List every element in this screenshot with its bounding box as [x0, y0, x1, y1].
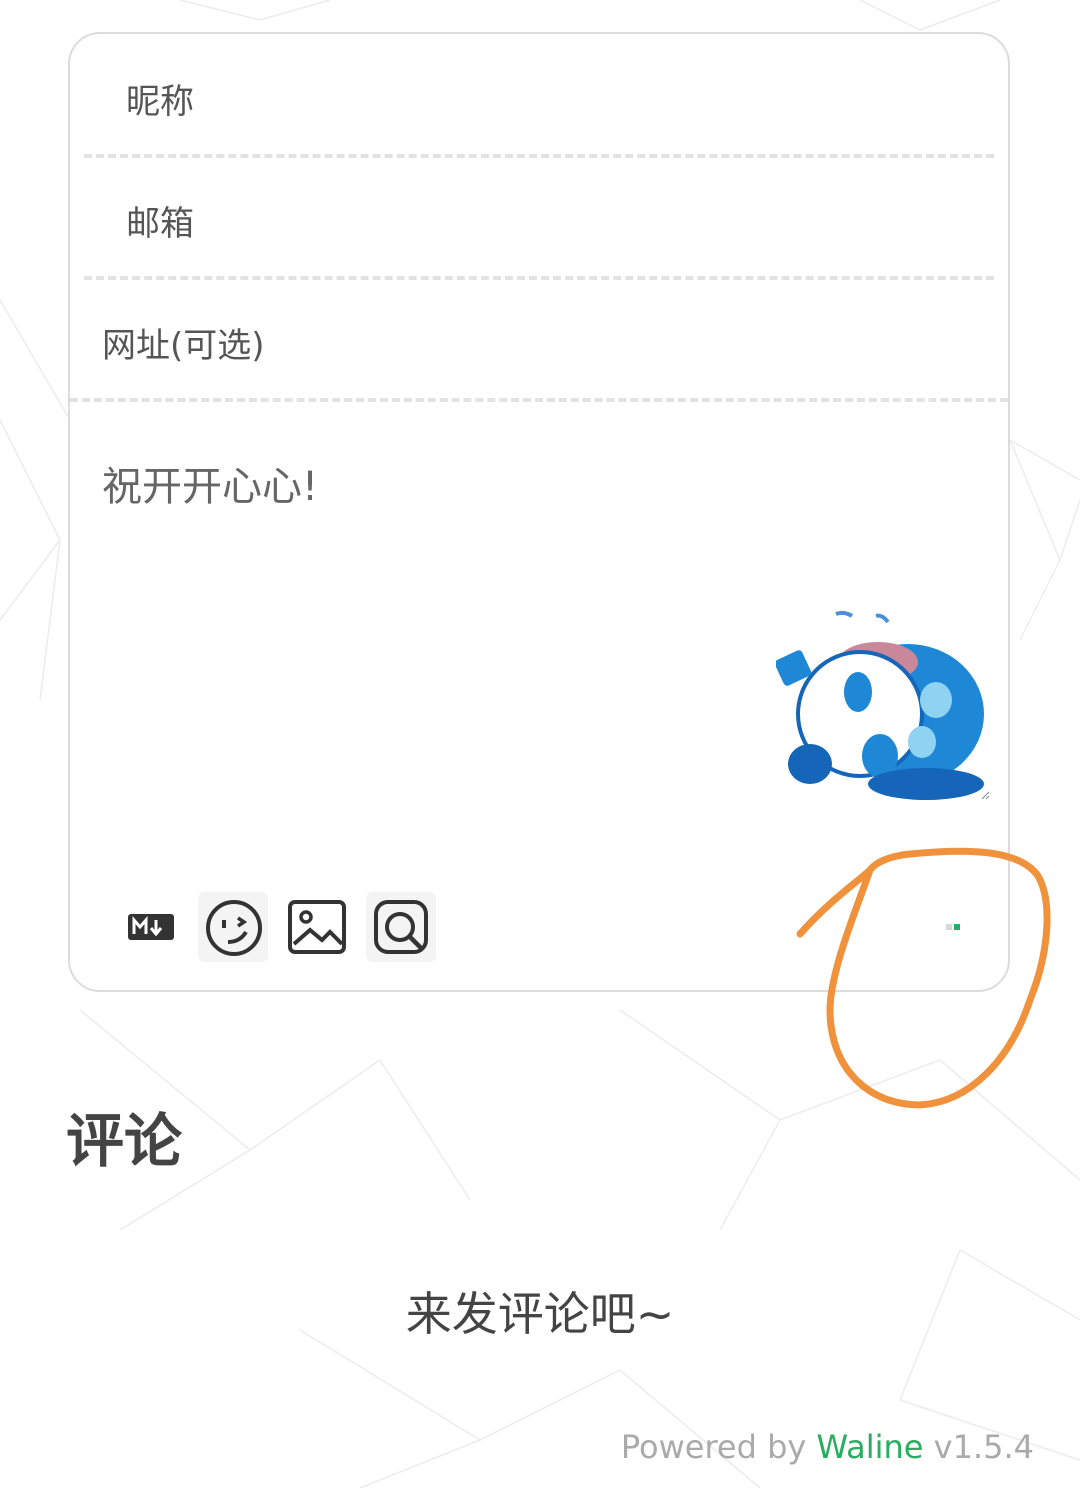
powered-by-label: Powered by — [620, 1428, 807, 1466]
emoji-icon[interactable] — [198, 892, 268, 962]
waline-link[interactable]: Waline — [817, 1428, 924, 1466]
nick-input[interactable]: 昵称 — [70, 34, 1008, 154]
markdown-icon[interactable] — [122, 892, 192, 962]
nick-placeholder: 昵称 — [126, 82, 194, 122]
comment-textarea[interactable]: 祝开开心心! — [102, 454, 318, 512]
editor-toolbar — [122, 892, 522, 964]
powered-by-footer: Powered by Waline v1.5.4 — [621, 1428, 1034, 1466]
image-icon[interactable] — [282, 892, 352, 962]
email-input[interactable]: 邮箱 — [70, 156, 1008, 276]
website-placeholder: 网址(可选) — [102, 326, 265, 366]
website-input[interactable]: 网址(可选) — [70, 278, 1008, 398]
email-placeholder: 邮箱 — [126, 204, 194, 244]
preview-icon[interactable] — [366, 892, 436, 962]
empty-comments-text: 来发评论吧~ — [405, 1287, 675, 1341]
resize-handle-icon[interactable] — [980, 790, 990, 800]
field-divider — [70, 398, 1008, 402]
comments-title: 评论 — [66, 1107, 183, 1175]
version-label: v1.5.4 — [933, 1428, 1034, 1466]
annotation-circle — [796, 847, 1051, 1109]
panda-sticker-image — [776, 610, 984, 800]
